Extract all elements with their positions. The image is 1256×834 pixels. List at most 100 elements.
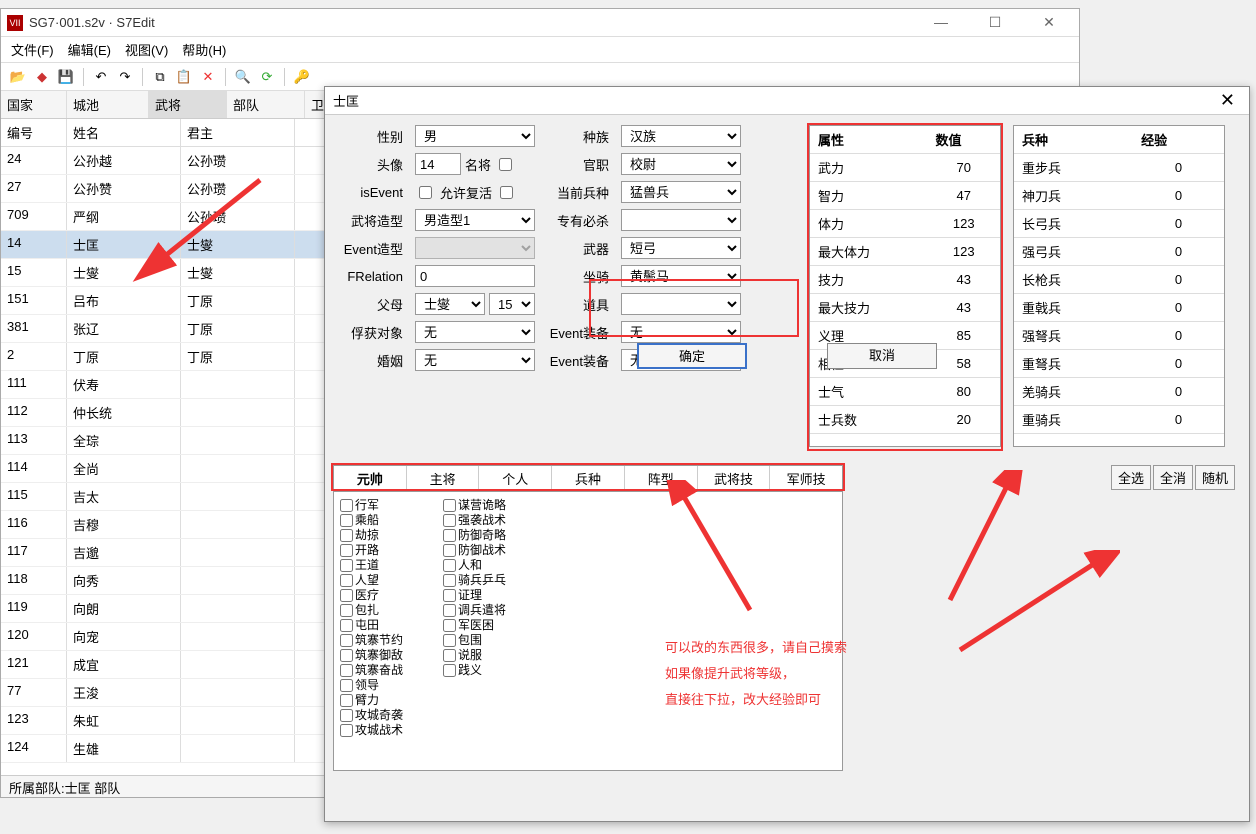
revive-checkbox[interactable] bbox=[500, 186, 513, 199]
famous-label: 名将 bbox=[465, 155, 491, 174]
deselect-all-button[interactable]: 全消 bbox=[1153, 465, 1193, 490]
menu-edit[interactable]: 编辑(E) bbox=[68, 40, 111, 59]
frel-label: FRelation bbox=[337, 269, 407, 284]
dialog-title-bar: 士匡 ✕ bbox=[325, 87, 1249, 115]
menu-file[interactable]: 文件(F) bbox=[11, 40, 54, 59]
col-city[interactable]: 城池 bbox=[67, 91, 149, 118]
troop-row[interactable]: 羌骑兵0 bbox=[1014, 378, 1224, 406]
skill-item[interactable]: 谋营诡略 bbox=[443, 498, 506, 512]
skill-item[interactable]: 领导 bbox=[340, 678, 403, 692]
book-icon[interactable]: ◆ bbox=[33, 68, 51, 86]
skill-item[interactable]: 屯田 bbox=[340, 618, 403, 632]
office-select[interactable]: 校尉 bbox=[621, 153, 741, 175]
frel-input[interactable] bbox=[415, 265, 535, 287]
skill-item[interactable]: 臂力 bbox=[340, 693, 403, 707]
gender-select[interactable]: 男 bbox=[415, 125, 535, 147]
troop-row[interactable]: 强弓兵0 bbox=[1014, 238, 1224, 266]
event-model-select[interactable] bbox=[415, 237, 535, 259]
skill-item[interactable]: 攻城奇袭 bbox=[340, 708, 403, 722]
skill-item[interactable]: 人望 bbox=[340, 573, 403, 587]
unique-select[interactable] bbox=[621, 209, 741, 231]
key-icon[interactable]: 🔑 bbox=[293, 68, 311, 86]
open-icon[interactable]: 📂 bbox=[9, 68, 27, 86]
skill-item[interactable]: 王道 bbox=[340, 558, 403, 572]
cur-troop-label: 当前兵种 bbox=[543, 183, 613, 202]
skill-item[interactable]: 调兵遣将 bbox=[443, 603, 506, 617]
skill-item[interactable]: 防御奇略 bbox=[443, 528, 506, 542]
window-title: SG7·001.s2v · S7Edit bbox=[29, 15, 923, 30]
skill-item[interactable]: 筑寨奋战 bbox=[340, 663, 403, 677]
skill-item[interactable]: 骑兵乒乓 bbox=[443, 573, 506, 587]
parent-label: 父母 bbox=[337, 295, 407, 314]
undo-icon[interactable]: ↶ bbox=[92, 68, 110, 86]
troop-row[interactable]: 重骑兵0 bbox=[1014, 406, 1224, 434]
skill-item[interactable]: 筑寨节约 bbox=[340, 633, 403, 647]
menu-help[interactable]: 帮助(H) bbox=[182, 40, 226, 59]
skill-item[interactable]: 践义 bbox=[443, 663, 506, 677]
troop-row[interactable]: 长枪兵0 bbox=[1014, 266, 1224, 294]
maximize-button[interactable]: ☐ bbox=[977, 14, 1013, 32]
avatar-input[interactable] bbox=[415, 153, 461, 175]
race-select[interactable]: 汉族 bbox=[621, 125, 741, 147]
col-lord[interactable]: 君主 bbox=[181, 119, 295, 146]
skill-item[interactable]: 行军 bbox=[340, 498, 403, 512]
skill-list[interactable]: 行军乘船劫掠开路王道人望医疗包扎屯田筑寨节约筑寨御敌筑寨奋战领导臂力攻城奇袭攻城… bbox=[333, 491, 843, 771]
title-bar: VII SG7·001.s2v · S7Edit — ☐ ✕ bbox=[1, 9, 1079, 37]
paste-icon[interactable]: 📋 bbox=[175, 68, 193, 86]
delete-icon[interactable]: ✕ bbox=[199, 68, 217, 86]
ok-button[interactable]: 确定 bbox=[637, 343, 747, 369]
cur-troop-select[interactable]: 猛兽兵 bbox=[621, 181, 741, 203]
search-icon[interactable]: 🔍 bbox=[234, 68, 252, 86]
skill-item[interactable]: 说服 bbox=[443, 648, 506, 662]
col-general[interactable]: 武将 bbox=[149, 91, 227, 118]
weapon-label: 武器 bbox=[543, 239, 613, 258]
troop-table[interactable]: 兵种 经验 重步兵0神刀兵0长弓兵0强弓兵0长枪兵0重戟兵0强弩兵0重弩兵0羌骑… bbox=[1013, 125, 1225, 447]
skill-item[interactable]: 证理 bbox=[443, 588, 506, 602]
famous-checkbox[interactable] bbox=[499, 158, 512, 171]
dialog-close-button[interactable]: ✕ bbox=[1214, 90, 1241, 111]
skill-item[interactable]: 防御战术 bbox=[443, 543, 506, 557]
troop-row[interactable]: 长弓兵0 bbox=[1014, 210, 1224, 238]
capture-label: 俘获对象 bbox=[337, 323, 407, 342]
parent-id-select[interactable]: 15 bbox=[489, 293, 535, 315]
close-button[interactable]: ✕ bbox=[1031, 14, 1067, 32]
office-label: 官职 bbox=[543, 155, 613, 174]
col-name[interactable]: 姓名 bbox=[67, 119, 181, 146]
col-unit[interactable]: 部队 bbox=[227, 91, 305, 118]
isevent-checkbox[interactable] bbox=[419, 186, 432, 199]
col-id[interactable]: 编号 bbox=[1, 119, 67, 146]
skill-item[interactable]: 医疗 bbox=[340, 588, 403, 602]
dialog-footer: 确定 取消 bbox=[325, 343, 1249, 369]
troop-row[interactable]: 重戟兵0 bbox=[1014, 294, 1224, 322]
weapon-select[interactable]: 短弓 bbox=[621, 237, 741, 259]
redo-icon[interactable]: ↷ bbox=[116, 68, 134, 86]
troop-header-key: 兵种 bbox=[1014, 126, 1133, 154]
model-select[interactable]: 男造型1 bbox=[415, 209, 535, 231]
save-icon[interactable]: 💾 bbox=[57, 68, 75, 86]
skill-item[interactable]: 包围 bbox=[443, 633, 506, 647]
refresh-icon[interactable]: ⟳ bbox=[258, 68, 276, 86]
skill-item[interactable]: 劫掠 bbox=[340, 528, 403, 542]
skill-item[interactable]: 乘船 bbox=[340, 513, 403, 527]
skill-item[interactable]: 包扎 bbox=[340, 603, 403, 617]
minimize-button[interactable]: — bbox=[923, 14, 959, 32]
race-label: 种族 bbox=[543, 127, 613, 146]
skill-item[interactable]: 人和 bbox=[443, 558, 506, 572]
troop-row[interactable]: 重步兵0 bbox=[1014, 154, 1224, 182]
cancel-button[interactable]: 取消 bbox=[827, 343, 937, 369]
menu-view[interactable]: 视图(V) bbox=[125, 40, 168, 59]
capture-select[interactable]: 无 bbox=[415, 321, 535, 343]
skill-item[interactable]: 强袭战术 bbox=[443, 513, 506, 527]
skill-item[interactable]: 筑寨御敌 bbox=[340, 648, 403, 662]
copy-icon[interactable]: ⧉ bbox=[151, 68, 169, 86]
select-all-button[interactable]: 全选 bbox=[1111, 465, 1151, 490]
skill-item[interactable]: 攻城战术 bbox=[340, 723, 403, 737]
unique-label: 专有必杀 bbox=[543, 211, 613, 230]
troop-header-val: 经验 bbox=[1133, 126, 1224, 154]
random-button[interactable]: 随机 bbox=[1195, 465, 1235, 490]
troop-row[interactable]: 神刀兵0 bbox=[1014, 182, 1224, 210]
col-country[interactable]: 国家 bbox=[1, 91, 67, 118]
parent-name-select[interactable]: 士燮 bbox=[415, 293, 485, 315]
skill-item[interactable]: 军医困 bbox=[443, 618, 506, 632]
skill-item[interactable]: 开路 bbox=[340, 543, 403, 557]
